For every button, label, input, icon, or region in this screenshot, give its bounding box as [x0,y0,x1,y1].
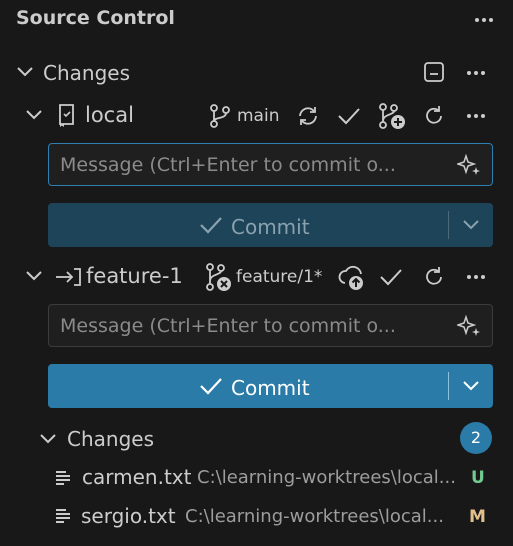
commit-button-main[interactable]: Commit [48,364,448,408]
text-file-icon [55,469,71,485]
panel-title: Source Control [16,7,175,29]
list-item[interactable]: carmen.txt C:\learning-worktrees\local..… [0,462,513,492]
chevron-down-icon[interactable] [15,64,35,80]
file-path: C:\learning-worktrees\local... [197,467,456,488]
repository-icon [57,103,77,129]
chevron-down-icon [461,218,481,232]
branch-name[interactable]: main [237,108,279,125]
commit-button-label: Commit [231,376,310,400]
refresh-icon[interactable] [422,104,446,128]
repo-name: feature-1 [86,264,183,288]
repo-row-local[interactable]: local main [0,100,513,132]
more-actions-icon[interactable] [473,10,495,30]
sync-icon[interactable] [296,104,320,128]
commit-message-input[interactable] [49,144,454,185]
commit-button-label: Commit [231,215,310,239]
commit-dropdown-button[interactable] [449,364,493,408]
sparkle-icon[interactable] [457,154,481,176]
checkmark-icon [199,215,223,235]
text-file-icon [55,507,71,523]
file-path: C:\learning-worktrees\local... [185,506,444,527]
changes-count-badge: 2 [460,422,492,454]
publish-cloud-icon[interactable] [337,263,367,291]
sparkle-icon[interactable] [457,315,481,337]
list-item[interactable]: sergio.txt C:\learning-worktrees\local..… [0,500,513,530]
checkmark-icon[interactable] [337,105,361,127]
collapse-all-icon[interactable] [423,61,445,83]
file-status-untracked: U [471,468,485,488]
more-actions-icon[interactable] [465,106,487,126]
commit-message-box[interactable] [48,143,493,186]
checkmark-icon [199,376,223,396]
checkmark-icon[interactable] [379,266,403,288]
file-name: carmen.txt [82,465,192,489]
chevron-down-icon[interactable] [24,107,44,123]
changes-section-header[interactable]: Changes [0,58,513,88]
chevron-down-icon[interactable] [24,268,44,284]
refresh-icon[interactable] [422,265,446,289]
changes-group-label: Changes [67,427,154,451]
branch-icon[interactable] [208,103,232,129]
commit-button[interactable]: Commit [48,364,493,408]
branch-name[interactable]: feature/1* [236,269,322,286]
more-actions-icon[interactable] [465,63,487,83]
create-branch-icon[interactable] [378,102,406,130]
commit-message-box[interactable] [48,304,493,347]
chevron-down-icon[interactable] [38,431,58,447]
commit-message-input[interactable] [49,305,454,346]
file-status-modified: M [469,507,486,527]
changes-group-header[interactable]: Changes [0,424,513,454]
chevron-down-icon [461,379,481,393]
branch-conflict-icon[interactable] [205,262,233,292]
file-name: sergio.txt [81,504,176,528]
commit-button[interactable]: Commit [48,203,493,247]
worktree-icon [54,266,82,288]
repo-row-feature-1[interactable]: feature-1 feature/1* [0,260,513,292]
changes-section-label: Changes [43,61,130,85]
repo-name: local [85,103,134,127]
commit-dropdown-button[interactable] [449,203,493,247]
commit-button-main[interactable]: Commit [48,203,448,247]
more-actions-icon[interactable] [465,267,487,287]
